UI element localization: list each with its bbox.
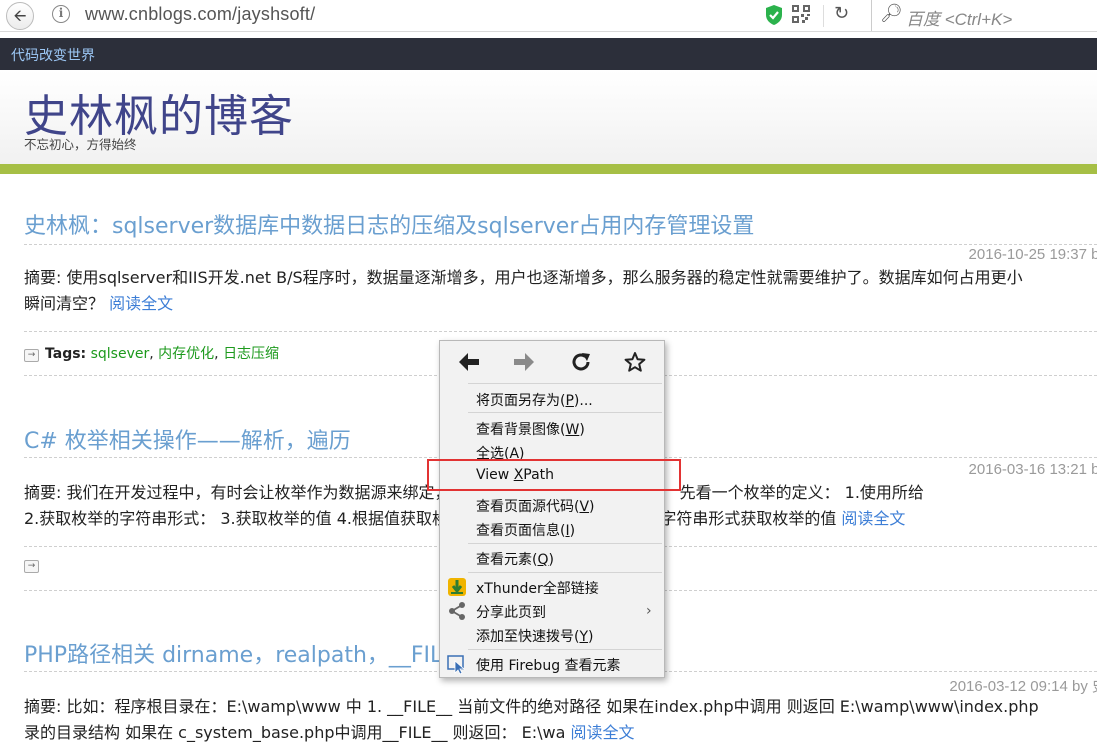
menu-share-page[interactable]: 分享此页到 (476, 602, 546, 622)
summary-line: 摘要: 比如：程序根目录在：E:\wamp\www 中 1. __FILE__ … (24, 697, 1039, 716)
search-icon: 🔍︎ (880, 3, 903, 24)
menu-separator (468, 383, 662, 384)
search-input[interactable]: 百度 <Ctrl+K> (906, 5, 1012, 30)
back-icon[interactable]: 🡨 (6, 2, 34, 30)
menu-view-background-image[interactable]: 查看背景图像(W) (476, 419, 585, 439)
summary-line: 摘要: 使用sqlserver和IIS开发.net B/S程序时，数据量逐渐增多… (24, 268, 1023, 287)
post-title[interactable]: C# 枚举相关操作——解析，遍历 (24, 423, 351, 455)
summary-line: 瞬间清空？ (24, 294, 105, 313)
qr-code-icon[interactable] (792, 5, 810, 23)
forward-arrow-icon[interactable] (513, 352, 535, 372)
post-summary: 摘要: 比如：程序根目录在：E:\wamp\www 中 1. __FILE__ … (24, 694, 1097, 744)
post-tags: → (24, 557, 45, 573)
site-home-link[interactable]: 代码改变世界 (11, 45, 95, 65)
firebug-inspect-icon (447, 655, 466, 674)
tag-link[interactable]: 内存优化 (158, 346, 214, 362)
share-icon (449, 602, 465, 620)
arrow-right-icon: → (24, 349, 39, 362)
tag-link[interactable]: sqlsever (91, 346, 150, 362)
menu-view-page-info[interactable]: 查看页面信息(I) (476, 520, 575, 540)
post-divider (24, 244, 1097, 245)
read-more-link[interactable]: 阅读全文 (841, 509, 905, 528)
blog-header: 史林枫的博客 不忘初心，方得始终 (0, 70, 1097, 164)
bookmark-star-icon[interactable] (624, 351, 646, 373)
summary-line: 录的目录结构 如果在 c_system_base.php中调用__FILE__ … (24, 723, 566, 742)
menu-inspect-element[interactable]: 查看元素(Q) (476, 549, 554, 569)
reload-icon[interactable] (570, 351, 592, 373)
browser-toolbar: 🡨 i www.cnblogs.com/jayshsoft/ ↻ 🔍︎ 百度 <… (0, 0, 1097, 32)
menu-add-speed-dial[interactable]: 添加至快速拨号(Y) (476, 626, 594, 646)
menu-view-page-source[interactable]: 查看页面源代码(V) (476, 496, 595, 516)
address-bar[interactable]: www.cnblogs.com/jayshsoft/ (85, 4, 315, 25)
chevron-right-icon: › (646, 603, 652, 619)
menu-separator (468, 649, 662, 650)
toolbar-separator (823, 5, 824, 27)
menu-save-page-as[interactable]: 将页面另存为(P)... (476, 390, 593, 410)
reload-icon[interactable]: ↻ (834, 3, 849, 24)
xthunder-icon (448, 578, 466, 596)
tags-label: Tags: (45, 346, 87, 362)
post-divider (24, 331, 1097, 332)
post-tags: → Tags: sqlsever, 内存优化, 日志压缩 (24, 343, 279, 363)
site-topbar: 代码改变世界 (0, 38, 1097, 70)
arrow-right-icon: → (24, 560, 39, 573)
header-divider (0, 164, 1097, 174)
menu-separator (468, 543, 662, 544)
menu-separator (468, 572, 662, 573)
post-date: 2016-03-16 13:21 by (968, 461, 1097, 478)
highlight-annotation (427, 459, 681, 491)
post-summary: 摘要: 使用sqlserver和IIS开发.net B/S程序时，数据量逐渐增多… (24, 265, 1097, 317)
read-more-link[interactable]: 阅读全文 (571, 723, 635, 742)
post-title[interactable]: PHP路径相关 dirname，realpath，__FILE__ (24, 637, 478, 669)
post-date: 2016-10-25 19:37 by (968, 246, 1097, 263)
info-icon[interactable]: i (52, 5, 70, 23)
read-more-link[interactable]: 阅读全文 (109, 294, 173, 313)
back-arrow-icon[interactable] (458, 352, 480, 372)
post-title[interactable]: 史林枫：sqlserver数据库中数据日志的压缩及sqlserver占用内存管理… (24, 208, 754, 240)
summary-line: 2.获取枚举的字符串形式： 3.获取枚举的值 4.根据值获取枚举的字符串形式 5… (24, 509, 837, 528)
post-date: 2016-03-12 09:14 by 史 (949, 678, 1097, 695)
menu-xthunder-all-links[interactable]: xThunder全部链接 (476, 578, 599, 598)
shield-icon[interactable] (765, 4, 783, 26)
context-menu: 将页面另存为(P)... 查看背景图像(W) 全选(A) View XPath … (439, 340, 665, 678)
menu-separator (468, 412, 662, 413)
context-nav-row (440, 341, 664, 383)
tag-link[interactable]: 日志压缩 (223, 346, 279, 362)
blog-subtitle: 不忘初心，方得始终 (24, 137, 137, 152)
menu-firebug-inspect[interactable]: 使用 Firebug 查看元素 (476, 655, 621, 675)
